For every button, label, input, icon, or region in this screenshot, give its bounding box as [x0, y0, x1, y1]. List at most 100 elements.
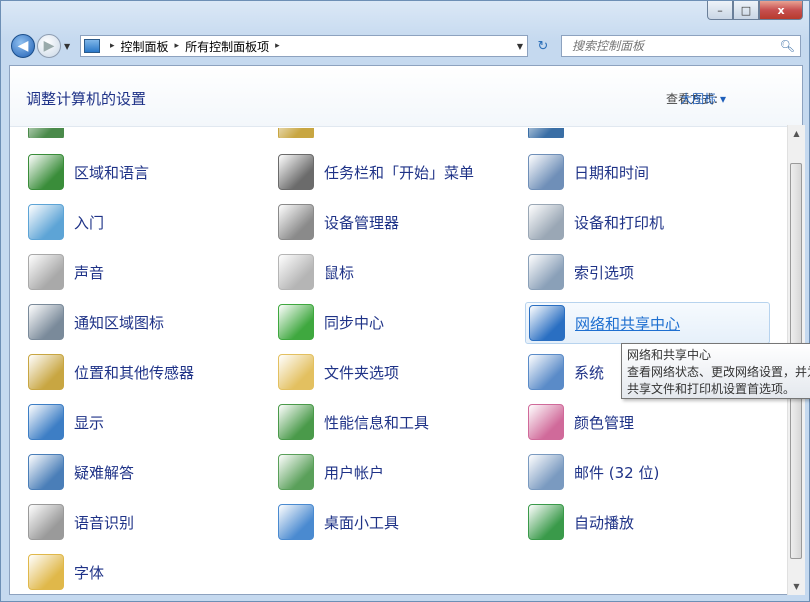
item-label: 索引选项 — [574, 263, 635, 282]
control-panel-item[interactable]: 通知区域图标 — [28, 302, 164, 342]
recent-pages-dropdown[interactable]: ▼ — [64, 42, 70, 51]
control-panel-item[interactable]: 网络和共享中心 — [525, 302, 770, 344]
item-label: 日期和时间 — [574, 163, 650, 182]
control-panel-item[interactable]: 同步中心 — [278, 302, 384, 342]
control-panel-icon — [84, 39, 100, 53]
address-bar[interactable]: ▸ 控制面板 ▸ 所有控制面板项 ▸ ▼ — [80, 35, 528, 57]
search-input[interactable] — [570, 38, 784, 54]
item-label: 自动播放 — [574, 513, 635, 532]
control-panel-item[interactable]: 桌面小工具 — [278, 502, 399, 542]
performance-icon — [278, 404, 314, 440]
item-label: 语音识别 — [74, 513, 135, 532]
control-panel-item[interactable]: 鼠标 — [278, 252, 354, 292]
content-pane: 调整计算机的设置 查看方式: 大图标 ▾ 区域和语言 任务栏和「开始」菜单 日期和时… — [9, 65, 803, 595]
control-panel-item[interactable]: 显示 — [28, 402, 104, 442]
control-panel-item[interactable]: 语音识别 — [28, 502, 134, 542]
back-button[interactable]: ◀ — [11, 34, 35, 58]
tooltip: 网络和共享中心 查看网络状态、更改网络设置，并为 共享文件和打印机设置首选项。 — [621, 343, 810, 399]
search-box[interactable]: 🔍︎ — [561, 35, 801, 57]
mail-icon — [528, 454, 564, 490]
item-label: 鼠标 — [324, 263, 355, 282]
control-panel-item[interactable]: 入门 — [28, 202, 104, 242]
control-panel-item[interactable]: 设备管理器 — [278, 202, 399, 242]
minimize-button[interactable]: – — [707, 1, 733, 20]
location-sensor-icon — [28, 354, 64, 390]
close-button[interactable]: x — [759, 1, 803, 20]
item-label: 声音 — [74, 263, 105, 282]
scroll-down-icon[interactable]: ▼ — [788, 578, 805, 595]
device-manager-icon — [278, 204, 314, 240]
fonts-icon — [28, 554, 64, 590]
scroll-up-icon[interactable]: ▲ — [788, 125, 805, 142]
breadcrumb-control-panel[interactable]: 控制面板 — [121, 38, 169, 55]
control-panel-item[interactable]: 文件夹选项 — [278, 352, 399, 392]
item-label: 显示 — [74, 413, 105, 432]
display-icon — [28, 404, 64, 440]
tooltip-line-1: 查看网络状态、更改网络设置，并为 — [627, 365, 810, 379]
control-panel-item[interactable]: 疑难解答 — [28, 452, 134, 492]
troubleshoot-icon — [28, 454, 64, 490]
item-label: 用户帐户 — [324, 463, 385, 482]
item-label: 同步中心 — [324, 313, 385, 332]
item-label: 性能信息和工具 — [324, 413, 430, 432]
network-icon — [529, 305, 565, 341]
control-panel-window: – □ x ◀ ▶ ▼ ▸ 控制面板 ▸ 所有控制面板项 ▸ ▼ ↻ 🔍︎ 调整… — [0, 0, 810, 602]
item-label: 疑难解答 — [74, 463, 135, 482]
calendar-clock-icon — [528, 154, 564, 190]
item-label: 桌面小工具 — [324, 513, 400, 532]
breadcrumb-separator-icon[interactable]: ▸ — [175, 41, 180, 51]
navigation-buttons: ◀ ▶ ▼ — [11, 34, 70, 58]
control-panel-item[interactable]: 任务栏和「开始」菜单 — [278, 152, 474, 192]
item-label: 颜色管理 — [574, 413, 635, 432]
item-label: 系统 — [574, 363, 605, 382]
item-label: 区域和语言 — [74, 163, 150, 182]
item-label: 任务栏和「开始」菜单 — [324, 163, 475, 182]
color-management-icon — [528, 404, 564, 440]
control-panel-item[interactable]: 声音 — [28, 252, 104, 292]
globe-clock-icon — [28, 154, 64, 190]
control-panel-item[interactable]: 自动播放 — [528, 502, 634, 542]
caption-buttons: – □ x — [707, 1, 803, 21]
control-panel-item[interactable]: 字体 — [28, 552, 104, 592]
system-icon — [528, 354, 564, 390]
breadcrumb-separator-icon[interactable]: ▸ — [110, 41, 115, 51]
gadgets-icon — [278, 504, 314, 540]
item-label: 设备管理器 — [324, 213, 400, 232]
view-by-dropdown[interactable]: 大图标 ▾ — [680, 90, 726, 107]
control-panel-item[interactable]: 日期和时间 — [528, 152, 649, 192]
item-label: 邮件 (32 位) — [574, 463, 660, 482]
control-panel-item[interactable]: 区域和语言 — [28, 152, 149, 192]
forward-button[interactable]: ▶ — [37, 34, 61, 58]
user-accounts-icon — [278, 454, 314, 490]
getting-started-icon — [28, 204, 64, 240]
control-panel-item[interactable]: 用户帐户 — [278, 452, 384, 492]
control-panel-item[interactable]: 设备和打印机 — [528, 202, 664, 242]
notification-area-icon — [28, 304, 64, 340]
tooltip-line-2: 共享文件和打印机设置首选项。 — [627, 382, 796, 396]
content-header: 调整计算机的设置 查看方式: 大图标 ▾ — [10, 66, 802, 127]
address-dropdown-icon[interactable]: ▼ — [517, 42, 523, 51]
printer-icon — [528, 204, 564, 240]
control-panel-item[interactable]: 性能信息和工具 — [278, 402, 429, 442]
control-panel-item[interactable]: 邮件 (32 位) — [528, 452, 659, 492]
item-label: 设备和打印机 — [574, 213, 665, 232]
item-label: 文件夹选项 — [324, 363, 400, 382]
control-panel-item[interactable]: 系统 — [528, 352, 604, 392]
autoplay-icon — [528, 504, 564, 540]
refresh-button[interactable]: ↻ — [532, 35, 554, 57]
index-search-icon — [528, 254, 564, 290]
item-label: 字体 — [74, 563, 105, 582]
search-icon[interactable]: 🔍︎ — [780, 39, 795, 53]
control-panel-item[interactable]: 索引选项 — [528, 252, 634, 292]
sync-center-icon — [278, 304, 314, 340]
taskbar-icon — [278, 154, 314, 190]
folder-options-icon — [278, 354, 314, 390]
tooltip-title: 网络和共享中心 — [627, 348, 712, 362]
breadcrumb-all-items[interactable]: 所有控制面板项 — [185, 38, 269, 55]
maximize-button[interactable]: □ — [733, 1, 759, 20]
item-label: 网络和共享中心 — [575, 314, 681, 333]
breadcrumb-separator-icon[interactable]: ▸ — [275, 41, 280, 51]
control-panel-item[interactable]: 位置和其他传感器 — [28, 352, 194, 392]
mouse-icon — [278, 254, 314, 290]
control-panel-item[interactable]: 颜色管理 — [528, 402, 634, 442]
